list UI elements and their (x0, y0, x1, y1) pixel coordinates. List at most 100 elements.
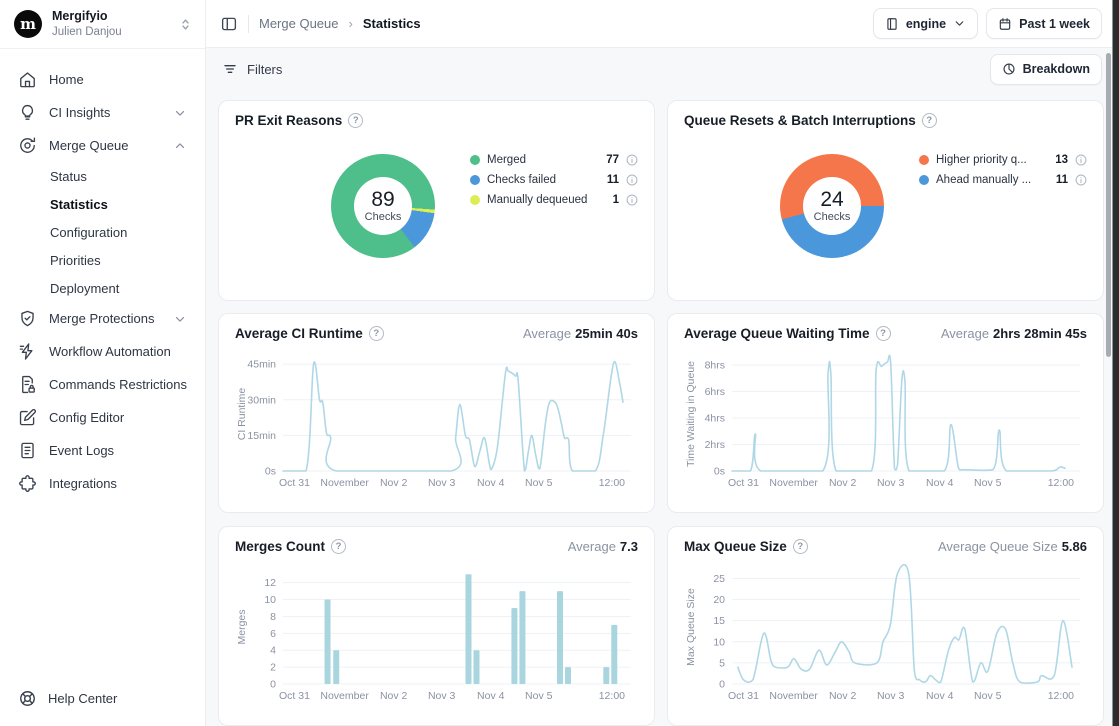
x-tick-label: November (320, 477, 369, 489)
legend-item-ahead-manually-[interactable]: Ahead manually ...11 (919, 170, 1087, 190)
legend-item-higher-priority-q-[interactable]: Higher priority q...13 (919, 150, 1087, 170)
account-selector-icon[interactable] (178, 17, 193, 32)
date-range-button[interactable]: Past 1 week (986, 8, 1102, 39)
donut-caption: Checks (365, 211, 402, 223)
sidebar-item-help-center[interactable]: Help Center (18, 689, 117, 708)
org-name: Mergifyio (52, 9, 168, 25)
legend-item-manually-dequeued[interactable]: Manually dequeued1 (470, 190, 638, 210)
sidebar-item-label: Deployment (50, 281, 187, 296)
vertical-scrollbar[interactable] (1106, 53, 1111, 357)
sidebar-item-label: Event Logs (49, 443, 187, 458)
info-icon[interactable] (1075, 174, 1087, 186)
x-tick-label: Nov 3 (428, 690, 456, 702)
x-tick-label: Nov 5 (974, 477, 1002, 489)
chevron-up-icon (173, 139, 187, 153)
legend-label: Manually dequeued (487, 194, 606, 206)
legend-value: 77 (606, 154, 619, 166)
x-tick-label: 12:00 (1048, 690, 1074, 702)
x-tick-label: Nov 3 (877, 477, 905, 489)
bolt-icon (18, 342, 37, 361)
average-label: Average (523, 326, 571, 341)
legend-item-checks-failed[interactable]: Checks failed11 (470, 170, 638, 190)
info-icon[interactable] (1075, 154, 1087, 166)
repo-select-button[interactable]: engine (873, 8, 978, 39)
legend-item-merged[interactable]: Merged77 (470, 150, 638, 170)
sidebar-item-merge-protections[interactable]: Merge Protections (10, 302, 195, 335)
card-title: Average Queue Waiting Time (684, 326, 870, 341)
sidebar-item-label: Statistics (50, 197, 187, 212)
sidebar-item-integrations[interactable]: Integrations (10, 467, 195, 500)
repo-name: engine (906, 17, 946, 31)
sidebar-item-label: Home (49, 72, 187, 87)
card-title: Average CI Runtime (235, 326, 363, 341)
edit-icon (18, 408, 37, 427)
pie-chart-icon (1002, 62, 1016, 76)
breakdown-button[interactable]: Breakdown (990, 54, 1102, 85)
sidebar-item-priorities[interactable]: Priorities (10, 246, 195, 274)
y-tick-label: 4 (270, 645, 276, 657)
calendar-icon (998, 17, 1012, 31)
help-icon[interactable]: ? (922, 113, 937, 128)
y-tick-label: 0 (270, 679, 276, 691)
help-center-label: Help Center (48, 691, 117, 706)
line-chart-ci-runtime[interactable]: 0s15min30min45minOct 31NovemberNov 2Nov … (235, 347, 638, 497)
window-edge (1112, 0, 1119, 726)
chevron-down-icon (953, 17, 966, 30)
average-value: 5.86 (1062, 539, 1087, 554)
donut-caption: Checks (814, 211, 851, 223)
sidebar-item-configuration[interactable]: Configuration (10, 218, 195, 246)
average-value: 25min 40s (575, 326, 638, 341)
sidebar-item-ci-insights[interactable]: CI Insights (10, 96, 195, 129)
x-tick-label: Oct 31 (279, 690, 310, 702)
filters-button[interactable]: Filters (222, 61, 990, 77)
x-tick-label: Nov 3 (428, 477, 456, 489)
sidebar-nav: Home CI Insights Merge Queue Status Statisti… (0, 49, 205, 500)
y-axis-title: Merges (236, 609, 248, 644)
help-icon[interactable]: ? (876, 326, 891, 341)
app-window: m Mergifyio Julien Danjou Home CI Insight… (0, 0, 1119, 726)
donut-chart-pr-exit[interactable]: 89 Checks (331, 154, 435, 258)
donut-chart-queue-resets[interactable]: 24 Checks (780, 154, 884, 258)
sidebar-item-status[interactable]: Status (10, 162, 195, 190)
sidebar-item-merge-queue[interactable]: Merge Queue (10, 129, 195, 162)
legend-label: Checks failed (487, 174, 600, 186)
help-icon[interactable]: ? (331, 539, 346, 554)
sidebar-item-event-logs[interactable]: Event Logs (10, 434, 195, 467)
x-tick-label: Nov 4 (477, 690, 505, 702)
y-tick-label: 8hrs (705, 359, 725, 371)
x-tick-label: Nov 2 (829, 477, 857, 489)
average-label: Average (941, 326, 989, 341)
sidebar-toggle-icon[interactable] (220, 15, 238, 33)
x-tick-label: November (769, 477, 818, 489)
help-icon[interactable]: ? (369, 326, 384, 341)
breadcrumb-parent[interactable]: Merge Queue (259, 16, 339, 31)
sidebar-item-label: CI Insights (49, 105, 161, 120)
account-switcher[interactable]: m Mergifyio Julien Danjou (0, 0, 205, 49)
sidebar-item-commands-restrictions[interactable]: Commands Restrictions (10, 368, 195, 401)
sidebar-item-label: Merge Queue (49, 138, 161, 153)
info-icon[interactable] (626, 174, 638, 186)
sidebar-item-workflow-automation[interactable]: Workflow Automation (10, 335, 195, 368)
y-tick-label: 30min (247, 394, 276, 406)
x-tick-label: Nov 5 (525, 690, 553, 702)
help-icon[interactable]: ? (793, 539, 808, 554)
legend-value: 13 (1055, 154, 1068, 166)
bar-chart-merges-count[interactable]: 024681012Oct 31NovemberNov 2Nov 3Nov 4No… (235, 560, 638, 710)
doc-lines-icon (18, 441, 37, 460)
sidebar-item-label: Config Editor (49, 410, 187, 425)
sidebar-item-label: Commands Restrictions (49, 377, 187, 392)
sidebar-item-home[interactable]: Home (10, 63, 195, 96)
info-icon[interactable] (626, 194, 638, 206)
x-tick-label: Nov 5 (974, 690, 1002, 702)
sidebar-item-config-editor[interactable]: Config Editor (10, 401, 195, 434)
line-chart-queue-waiting[interactable]: 0s2hrs4hrs6hrs8hrsOct 31NovemberNov 2Nov… (684, 347, 1087, 497)
info-icon[interactable] (626, 154, 638, 166)
sidebar-item-statistics[interactable]: Statistics (10, 190, 195, 218)
help-icon[interactable]: ? (348, 113, 363, 128)
sidebar: m Mergifyio Julien Danjou Home CI Insight… (0, 0, 206, 726)
card-queue-resets: Queue Resets & Batch Interruptions ? 24 … (667, 100, 1104, 301)
average-label: Average Queue Size (938, 539, 1058, 554)
sidebar-item-deployment[interactable]: Deployment (10, 274, 195, 302)
y-tick-label: 0 (719, 679, 725, 691)
line-chart-max-queue-size[interactable]: 0510152025Oct 31NovemberNov 2Nov 3Nov 4N… (684, 560, 1087, 710)
